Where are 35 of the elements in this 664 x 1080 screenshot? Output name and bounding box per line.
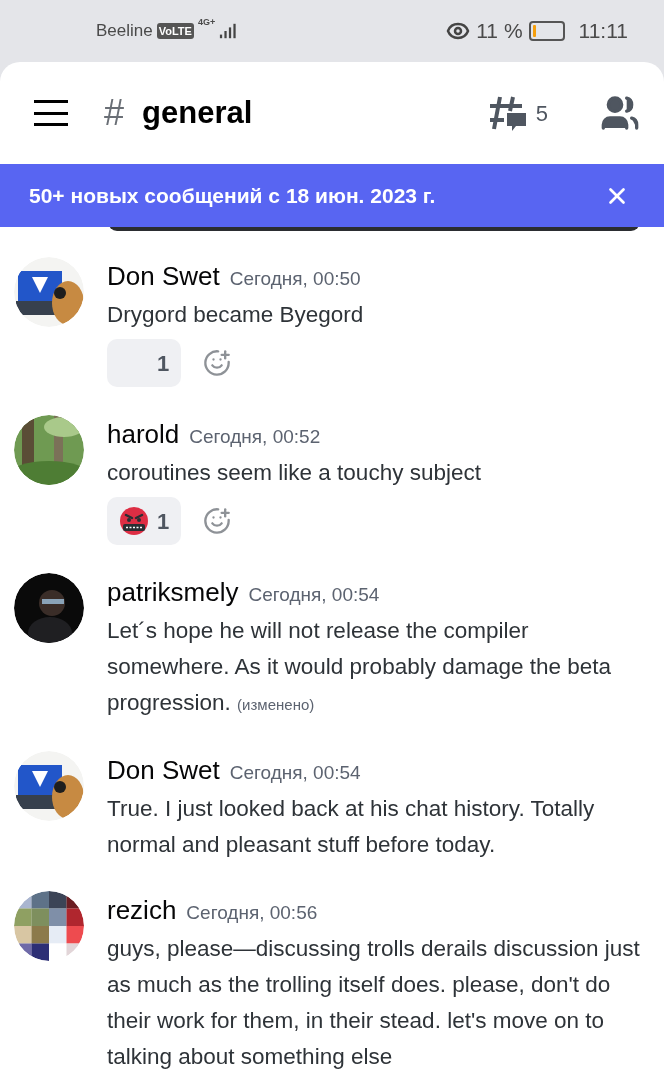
channel-name: general	[142, 93, 253, 132]
members-icon[interactable]	[600, 93, 640, 133]
channel-hash: #	[104, 91, 125, 135]
message-text: guys, please—discussing trolls derails discussion just as much as the trolling itself does. please, don't do their work for them, in their stead. let's move on to talking about something else	[107, 935, 641, 1071]
message-timestamp: Сегодня, 00:54	[229, 761, 361, 785]
message-timestamp: Сегодня, 00:54	[248, 583, 380, 607]
unread-banner-text: 50+ новых сообщений с 18 июн. 2023 г.	[29, 182, 436, 209]
add-reaction-icon[interactable]	[203, 349, 232, 377]
network-type: 4G+	[197, 16, 216, 30]
reaction-chip[interactable]: 1	[107, 497, 182, 545]
edited-label: (изменено)	[237, 696, 315, 713]
message-text: Let´s hope he will not release the compiler somewhere. As it would probably damage the beta progression. (изменено)	[107, 617, 613, 717]
angry-face-icon	[119, 506, 149, 536]
add-reaction-icon[interactable]	[203, 507, 232, 535]
clock: 11:11	[578, 18, 628, 45]
author-name[interactable]: rezich	[107, 891, 177, 930]
unread-banner[interactable]: 50+ новых сообщений с 18 июн. 2023 г.	[0, 164, 664, 227]
message-text: True. I just looked back at his chat history. Totally normal and pleasant stuff before today.	[107, 795, 596, 859]
message-timestamp: Сегодня, 00:56	[186, 901, 318, 925]
author-name[interactable]: Don Swet	[107, 257, 220, 296]
author-name[interactable]: patriksmely	[107, 573, 239, 612]
battery-icon	[528, 21, 565, 41]
battery-percent: 11 %	[476, 18, 523, 45]
carrier-name: Beeline	[96, 20, 153, 43]
signal-icon	[219, 22, 238, 40]
author-name[interactable]: harold	[107, 415, 180, 454]
menu-icon[interactable]	[34, 100, 68, 126]
message-text: coroutines seem like a touchy subject	[107, 459, 482, 487]
threads-button[interactable]: 5	[487, 93, 548, 133]
volte-badge: VoLTE	[156, 23, 194, 39]
author-name[interactable]: Don Swet	[107, 751, 220, 790]
reaction-chip[interactable]: 1	[107, 339, 182, 387]
message-text: Drygord became Byegord	[107, 301, 365, 329]
message-timestamp: Сегодня, 00:52	[189, 425, 321, 449]
message-timestamp: Сегодня, 00:50	[229, 267, 361, 291]
